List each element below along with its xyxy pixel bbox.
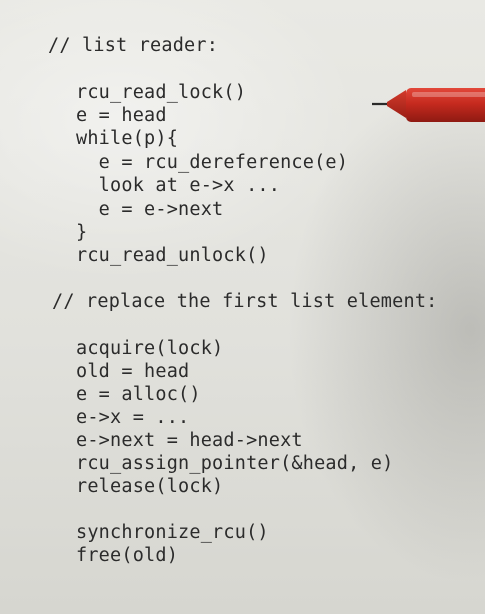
writer-line-7: release(lock): [76, 476, 224, 497]
writer-line-5: e->next = head->next: [76, 430, 303, 451]
writer-line-1: acquire(lock): [76, 338, 224, 359]
reader-line-6: e = e->next: [76, 199, 224, 220]
reader-line-2: e = head: [76, 105, 167, 126]
writer-line-2: old = head: [76, 361, 190, 382]
writer-line-6: rcu_assign_pointer(&head, e): [76, 453, 394, 474]
red-pen-icon: [372, 88, 485, 122]
writer-line-10: free(old): [76, 545, 179, 566]
reader-line-4: e = rcu_dereference(e): [76, 152, 349, 173]
writer-comment: // replace the first list element:: [52, 291, 438, 312]
reader-comment: // list reader:: [48, 35, 219, 56]
writer-line-9: synchronize_rcu(): [76, 522, 269, 543]
reader-line-3: while(p){: [76, 128, 179, 149]
reader-line-7: }: [76, 222, 88, 243]
reader-line-1: rcu_read_lock(): [76, 82, 247, 103]
reader-line-8: rcu_read_unlock(): [76, 245, 269, 266]
reader-line-5: look at e->x ...: [76, 175, 281, 196]
writer-line-3: e = alloc(): [76, 384, 201, 405]
writer-line-4: e->x = ...: [76, 407, 190, 428]
